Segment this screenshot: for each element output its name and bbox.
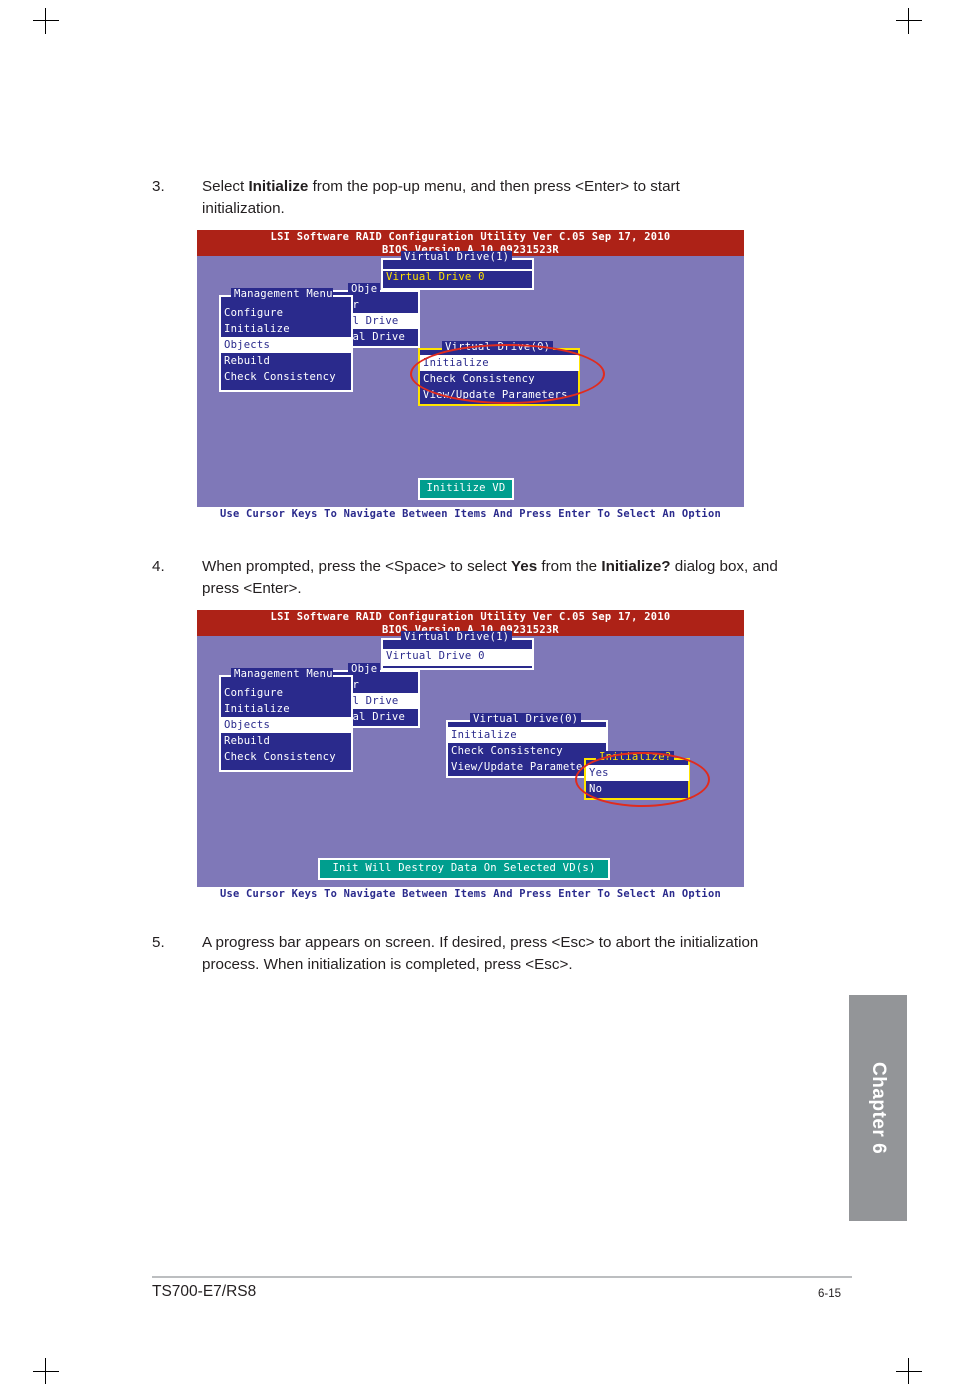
step-4-text: When prompted, press the <Space> to sele… (202, 558, 778, 597)
bios1-hint-footer: Use Cursor Keys To Navigate Between Item… (197, 507, 744, 522)
bios1-vd0-legend: Virtual Drive(0) (442, 341, 554, 353)
step-3-number: 3. (152, 178, 165, 195)
bios-screenshot-initialize-confirm: LSI Software RAID Configuration Utility … (197, 610, 744, 902)
bios2-management-legend: Management Menu (231, 668, 333, 680)
bios1-vd0-item-view-update-parameters[interactable]: View/Update Parameters (420, 387, 578, 403)
step-5-text: A progress bar appears on screen. If des… (202, 934, 759, 973)
bios2-vd0-item-initialize[interactable]: Initialize (448, 727, 607, 743)
crop-mark-top-left-h (33, 20, 59, 21)
step-5: 5. A progress bar appears on screen. If … (152, 932, 762, 975)
bios1-vd1-item-0[interactable]: Virtual Drive 0 (383, 269, 532, 290)
bios1-management-menu-panel: Management Menu Configure Initialize Obj… (219, 288, 353, 392)
bios2-vd0-item-check-consistency[interactable]: Check Consistency (448, 743, 606, 759)
footer-divider (152, 1276, 852, 1278)
bios2-management-menu-panel: Management Menu Configure Initialize Obj… (219, 668, 353, 772)
bios1-mgmt-item-rebuild[interactable]: Rebuild (221, 353, 351, 369)
bios2-status-box: Init Will Destroy Data On Selected VD(s) (318, 858, 610, 880)
bios2-mgmt-item-initialize[interactable]: Initialize (221, 701, 351, 717)
bios1-status-box: Initilize VD (418, 478, 514, 500)
crop-mark-top-left (45, 8, 46, 34)
crop-mark-top-right (908, 8, 909, 34)
bios1-title-line1: LSI Software RAID Configuration Utility … (270, 231, 671, 243)
bios2-initialize-dialog-legend: Initialize? (596, 751, 675, 763)
footer-model: TS700-E7/RS8 (152, 1283, 257, 1300)
bios1-mgmt-item-check-consistency[interactable]: Check Consistency (221, 369, 351, 385)
bios1-mgmt-item-configure[interactable]: Configure (221, 305, 351, 321)
bios2-vd0-item-view-update-parameters[interactable]: View/Update Parameters (448, 759, 606, 775)
bios-screenshot-initialize-menu: LSI Software RAID Configuration Utility … (197, 230, 744, 522)
bios1-virtual-drive-1-panel: Virtual Drive(1) Virtual Drive 0 (381, 251, 534, 290)
footer-page-number: 6-15 (818, 1288, 842, 1300)
bios1-vd1-legend: Virtual Drive(1) (401, 251, 513, 263)
bios1-vd0-item-check-consistency[interactable]: Check Consistency (420, 371, 578, 387)
step-4: 4. When prompted, press the <Space> to s… (152, 556, 802, 599)
bios1-objects-legend: Obje (348, 283, 381, 295)
bios2-objects-legend: Obje (348, 663, 381, 675)
bios2-vd1-item-0[interactable]: Virtual Drive 0 (383, 649, 533, 666)
bios2-virtual-drive-1-panel: Virtual Drive(1) Virtual Drive 0 (381, 631, 534, 670)
bios2-mgmt-item-rebuild[interactable]: Rebuild (221, 733, 351, 749)
bios2-initialize-dialog-yes[interactable]: Yes (586, 765, 689, 781)
crop-mark-bottom-right-h (896, 1371, 922, 1372)
bios2-initialize-confirm-dialog: Initialize? Yes No (584, 751, 690, 800)
bios2-mgmt-item-configure[interactable]: Configure (221, 685, 351, 701)
bios1-management-legend: Management Menu (231, 288, 333, 300)
bios2-mgmt-item-check-consistency[interactable]: Check Consistency (221, 749, 351, 765)
bios1-mgmt-item-initialize[interactable]: Initialize (221, 321, 351, 337)
bios2-hint-footer: Use Cursor Keys To Navigate Between Item… (197, 887, 744, 902)
bios2-vd1-legend: Virtual Drive(1) (401, 631, 513, 643)
step-3-text: Select Initialize from the pop-up menu, … (202, 178, 680, 217)
step-4-number: 4. (152, 558, 165, 575)
chapter-tab: Chapter 6 (849, 995, 907, 1221)
step-3: 3. Select Initialize from the pop-up men… (152, 176, 762, 219)
bios2-mgmt-item-objects[interactable]: Objects (221, 717, 352, 733)
crop-mark-bottom-left-h (33, 1371, 59, 1372)
bios1-mgmt-item-objects[interactable]: Objects (221, 337, 352, 353)
bios2-vd0-legend: Virtual Drive(0) (470, 713, 582, 725)
bios1-virtual-drive-0-popup: Virtual Drive(0) Initialize Check Consis… (418, 341, 580, 406)
bios2-initialize-dialog-no[interactable]: No (586, 781, 688, 797)
bios1-vd0-item-initialize[interactable]: Initialize (420, 355, 579, 371)
chapter-tab-label: Chapter 6 (868, 1061, 889, 1155)
bios2-title-line1: LSI Software RAID Configuration Utility … (270, 611, 671, 623)
step-5-number: 5. (152, 934, 165, 951)
crop-mark-top-right-h (896, 20, 922, 21)
